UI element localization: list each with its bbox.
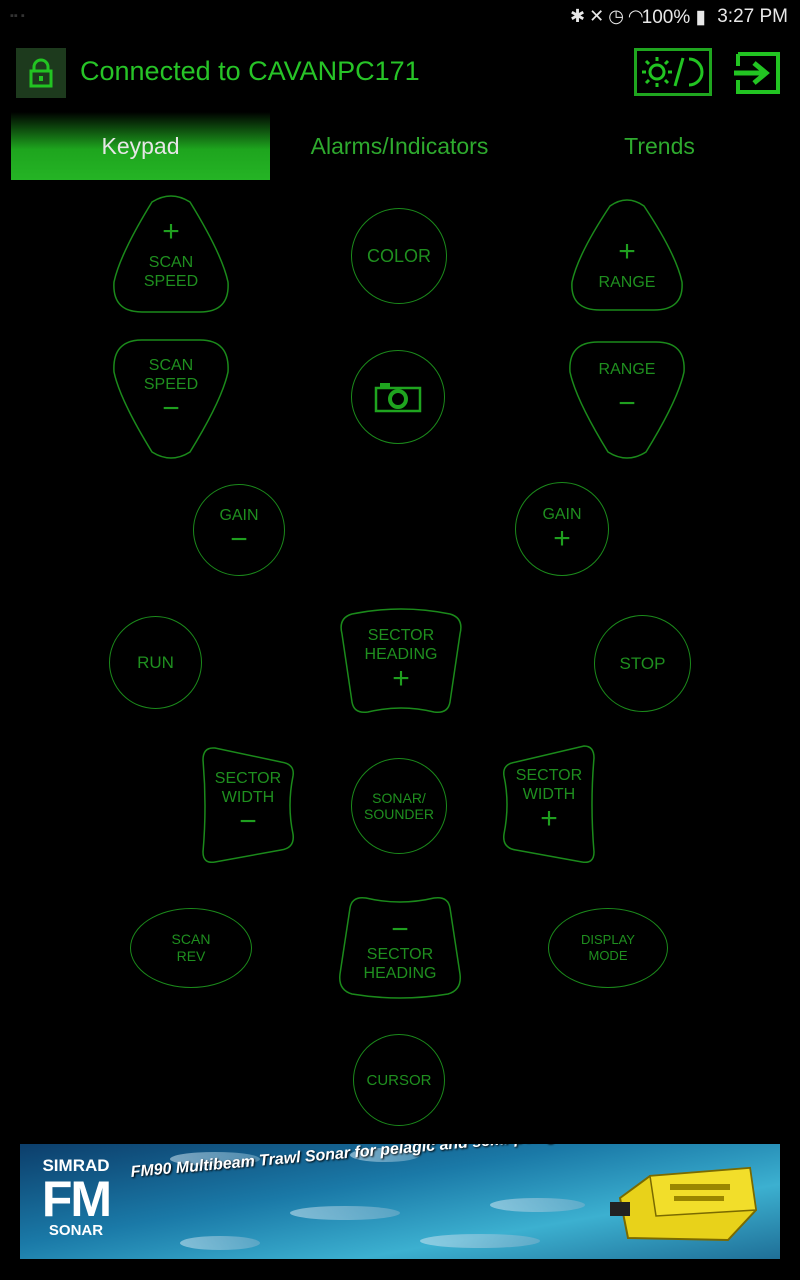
key-label: GAIN — [542, 505, 582, 523]
key-label: RUN — [137, 653, 174, 672]
minus-symbol: − — [618, 386, 636, 420]
alarm-icon: ◷ — [608, 6, 628, 26]
camera-button[interactable] — [351, 350, 445, 444]
lock-icon — [29, 58, 53, 88]
range-up-button[interactable]: + RANGE — [570, 198, 684, 312]
camera-icon — [374, 383, 422, 413]
plus-symbol: + — [162, 215, 180, 248]
exit-button[interactable] — [734, 50, 782, 96]
battery-icon: ▮ — [695, 7, 706, 28]
notification-icons: ▪▪ ▪ — [10, 10, 25, 22]
fish-decoration — [490, 1198, 585, 1212]
sector-heading-up-button[interactable]: SECTOR HEADING + — [338, 608, 464, 716]
status-bar: ▪▪ ▪ ✱✕◷◠ 100% ▮ 3:27 PM — [0, 0, 800, 36]
key-label: COLOR — [366, 245, 431, 266]
sonar-device-image — [610, 1166, 758, 1242]
fish-decoration — [420, 1234, 540, 1248]
scan-speed-down-button[interactable]: SCAN SPEED − — [112, 338, 230, 460]
day-night-icon — [642, 57, 704, 87]
key-label: SCAN SPEED — [143, 357, 199, 393]
gain-down-button[interactable]: GAIN − — [193, 484, 285, 576]
tab-trends[interactable]: Trends — [530, 112, 789, 180]
tab-alarms-indicators[interactable]: Alarms/Indicators — [270, 112, 529, 180]
simrad-logo: SIMRAD FM SONAR — [28, 1156, 124, 1248]
sector-heading-down-button[interactable]: − SECTOR HEADING — [336, 894, 464, 999]
key-label: RANGE — [598, 273, 656, 291]
banner-tagline: FM90 Multibeam Trawl Sonar for pelagic a… — [130, 1144, 627, 1181]
key-label: SECTOR WIDTH — [214, 770, 282, 806]
minus-symbol: − — [239, 805, 257, 838]
exit-icon — [734, 52, 780, 94]
key-label: DISPLAY MODE — [581, 932, 635, 963]
connection-status: Connected to CAVANPC171 — [80, 56, 420, 86]
cursor-button[interactable]: CURSOR — [353, 1034, 445, 1126]
color-button[interactable]: COLOR — [351, 208, 447, 304]
range-down-button[interactable]: RANGE − — [568, 340, 686, 460]
fish-decoration — [290, 1206, 400, 1220]
gain-up-button[interactable]: GAIN + — [515, 482, 609, 576]
tab-keypad[interactable]: Keypad — [11, 112, 270, 180]
bluetooth-icon: ✱ — [570, 6, 590, 26]
key-label: GAIN — [219, 506, 259, 524]
key-label: SCAN SPEED — [143, 254, 199, 290]
sector-width-down-button[interactable]: SECTOR WIDTH − — [199, 746, 297, 866]
minus-symbol: − — [230, 522, 248, 556]
key-label: SECTOR HEADING — [364, 627, 438, 663]
fish-decoration — [180, 1236, 260, 1250]
plus-symbol: + — [392, 662, 410, 695]
display-mode-button[interactable]: DISPLAY MODE — [548, 908, 668, 988]
scan-speed-up-button[interactable]: + SCAN SPEED — [112, 194, 230, 314]
plus-symbol: + — [540, 802, 558, 835]
key-label: SECTOR HEADING — [363, 946, 437, 982]
plus-symbol: + — [618, 234, 636, 268]
status-icons: ✱✕◷◠ — [570, 6, 648, 27]
logo-brand-main: FM — [41, 1171, 112, 1227]
key-label: SECTOR WIDTH — [515, 767, 583, 803]
minus-symbol: − — [391, 913, 409, 946]
run-button[interactable]: RUN — [109, 616, 202, 709]
battery-indicator: 100% ▮ — [642, 6, 706, 29]
key-label: RANGE — [598, 360, 656, 378]
sector-width-up-button[interactable]: SECTOR WIDTH + — [500, 744, 598, 866]
day-night-toggle-button[interactable] — [634, 48, 712, 96]
ad-banner[interactable]: SIMRAD FM SONAR FM90 Multibeam Trawl Son… — [20, 1144, 780, 1259]
scan-rev-button[interactable]: SCAN REV — [130, 908, 252, 988]
key-label: CURSOR — [366, 1071, 432, 1089]
mute-icon: ✕ — [589, 6, 609, 26]
key-label: SONAR/ SOUNDER — [363, 790, 434, 822]
sonar-sounder-button[interactable]: SONAR/ SOUNDER — [351, 758, 447, 854]
battery-percent: 100% — [641, 7, 691, 28]
plus-symbol: + — [553, 521, 571, 555]
lock-button[interactable] — [16, 48, 66, 98]
minus-symbol: − — [162, 392, 180, 425]
status-time: 3:27 PM — [717, 6, 788, 27]
key-label: STOP — [619, 654, 666, 673]
stop-button[interactable]: STOP — [594, 615, 691, 712]
key-label: SCAN REV — [171, 931, 211, 964]
